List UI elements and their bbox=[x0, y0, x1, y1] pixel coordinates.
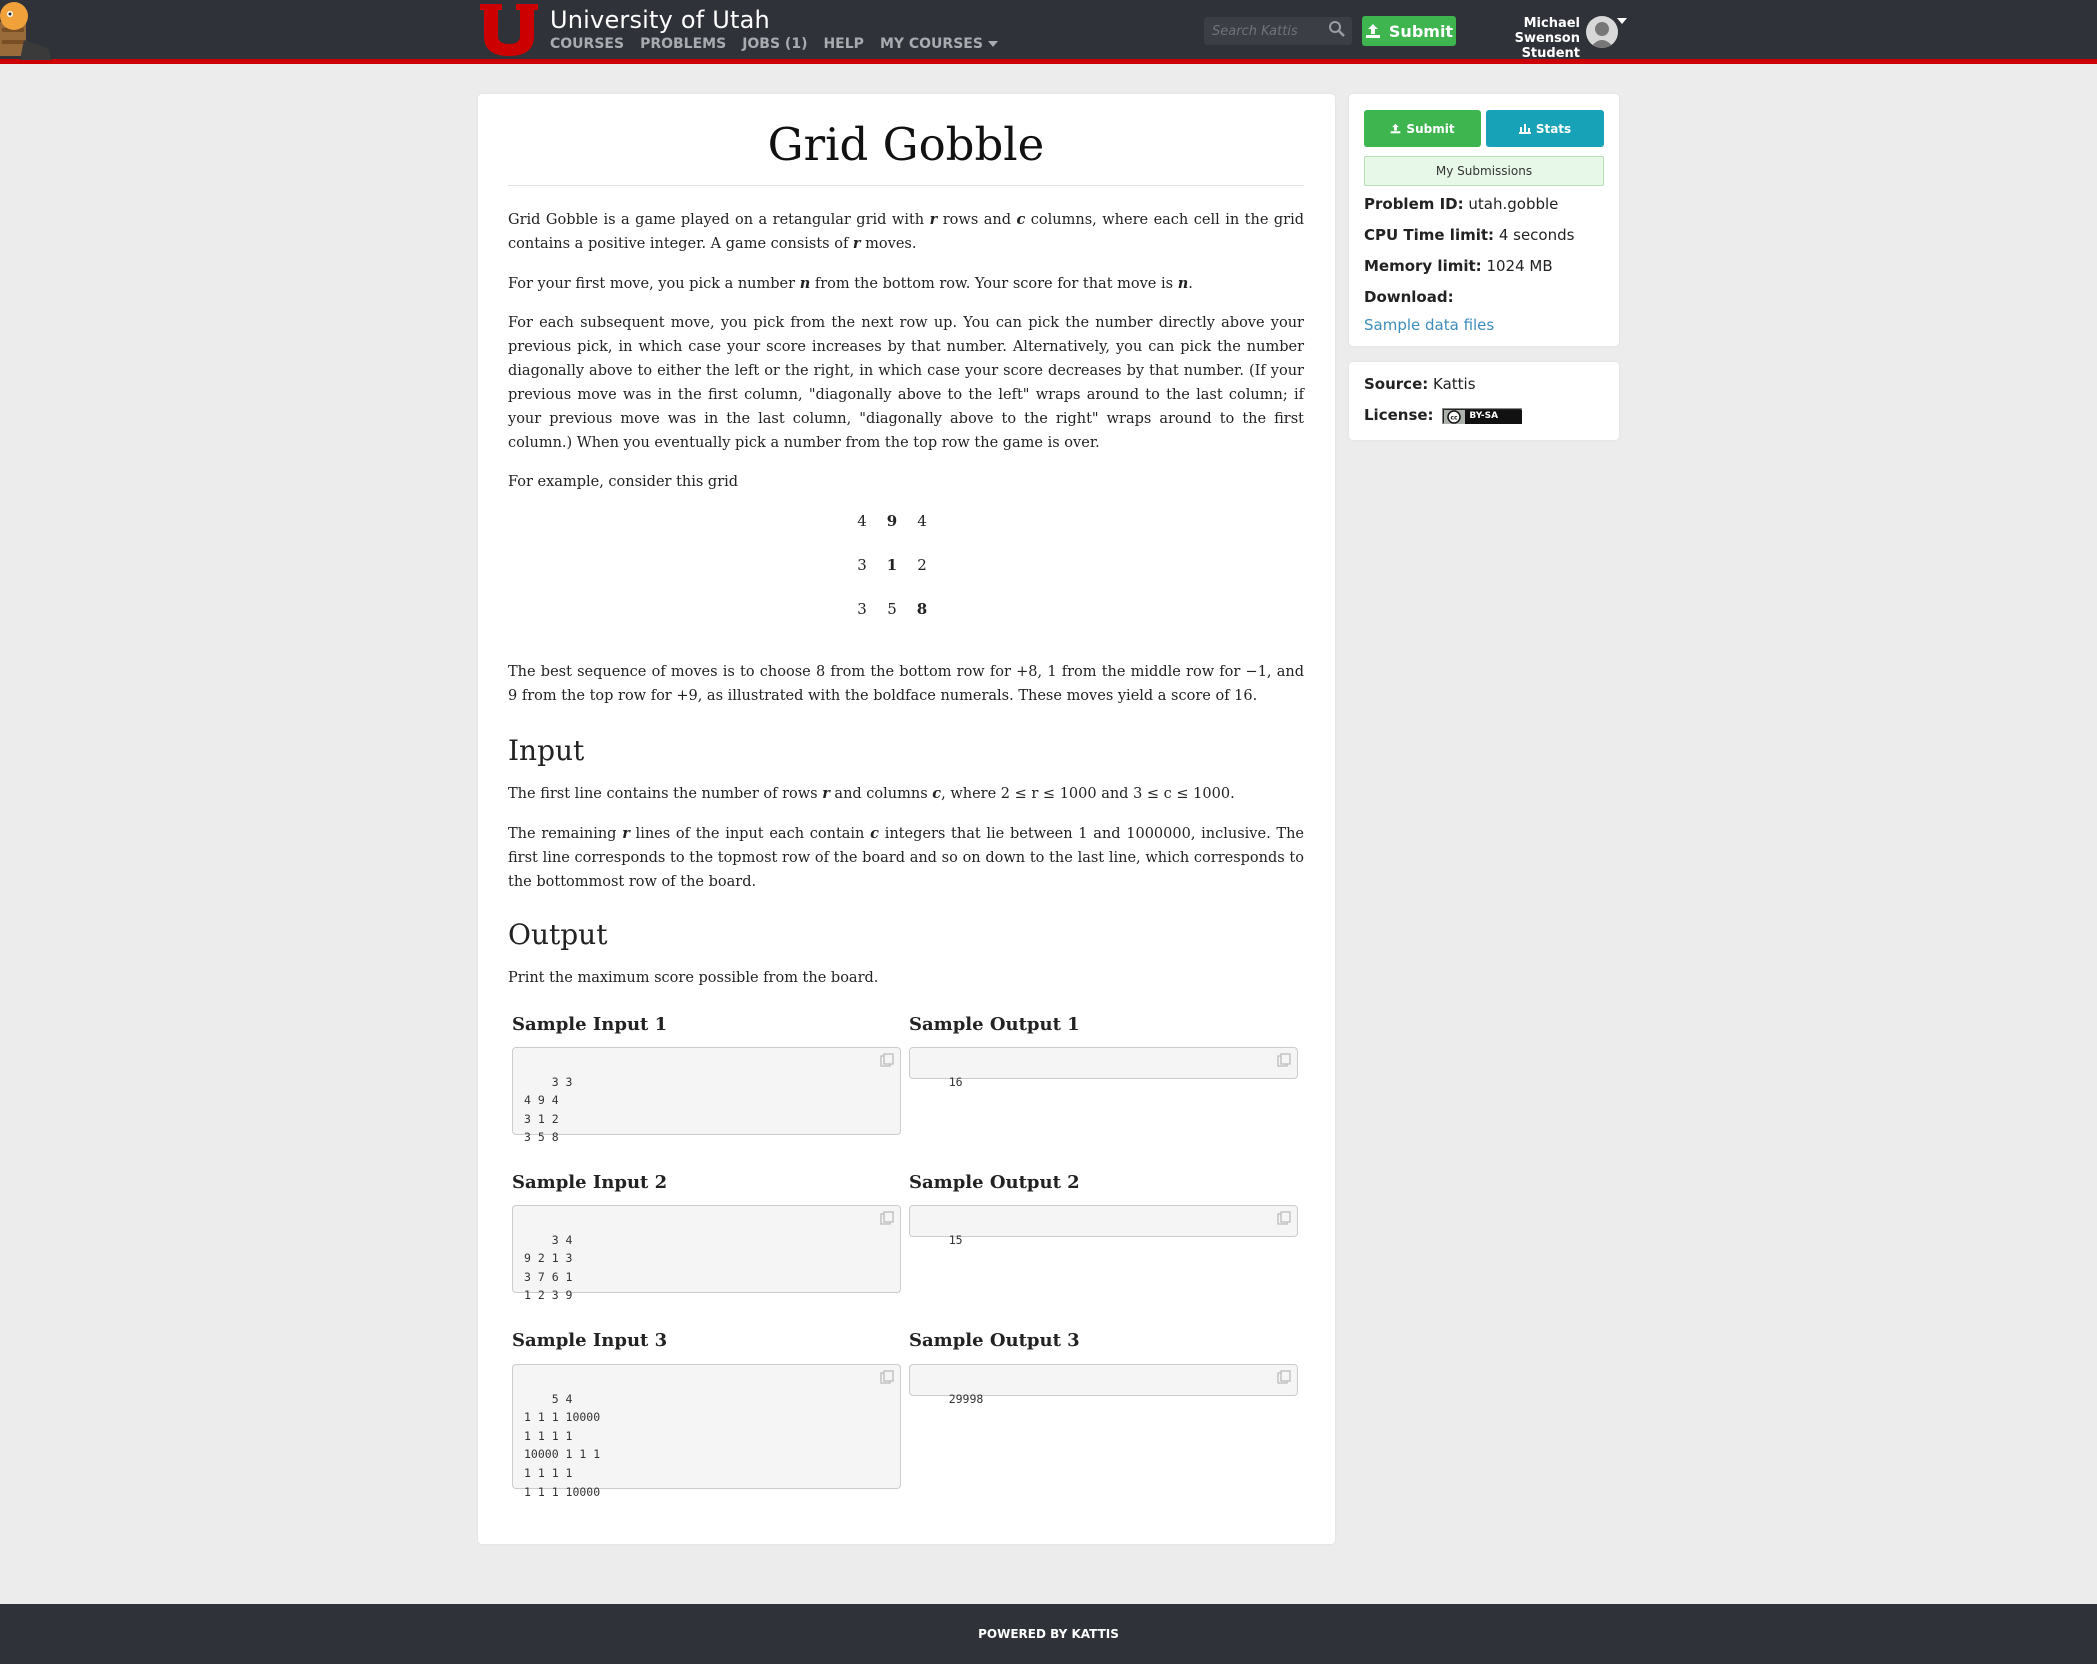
output-description: Print the maximum score possible from th… bbox=[508, 970, 879, 986]
grid-row: 358 bbox=[857, 600, 928, 618]
source-row: Source: Kattis bbox=[1364, 375, 1476, 393]
sample-input-box[interactable]: 5 4 1 1 1 10000 1 1 1 1 10000 1 1 1 1 1 … bbox=[512, 1364, 901, 1499]
license-badge[interactable]: cc BY-SA bbox=[1442, 407, 1523, 424]
sample-input-label: Sample Input 3 bbox=[512, 1330, 668, 1351]
sample-input-box[interactable]: 3 4 9 2 1 3 3 7 6 1 1 2 3 9 bbox=[512, 1205, 901, 1302]
copy-icon[interactable] bbox=[880, 1211, 894, 1225]
source-label: Source: bbox=[1364, 375, 1429, 393]
sample-input-label: Sample Input 2 bbox=[512, 1172, 668, 1193]
nav-submit-label: Submit bbox=[1388, 21, 1454, 41]
input-heading: Input bbox=[508, 734, 585, 767]
sample-output-label: Sample Output 1 bbox=[909, 1014, 1080, 1035]
user-role: Student bbox=[1521, 46, 1580, 61]
sample-output-box[interactable]: 15 bbox=[909, 1205, 1298, 1247]
sample-output-label: Sample Output 2 bbox=[909, 1172, 1080, 1193]
chevron-down-icon bbox=[987, 41, 998, 47]
sample-output-box[interactable]: 16 bbox=[909, 1047, 1298, 1089]
nav-help[interactable]: HELP bbox=[823, 36, 863, 52]
grid-row: 494 bbox=[857, 512, 927, 530]
problem-id-label: Problem ID: bbox=[1364, 195, 1464, 213]
sample-input-box[interactable]: 3 3 4 9 4 3 1 2 3 5 8 bbox=[512, 1047, 901, 1144]
license-label: License: bbox=[1364, 406, 1434, 424]
problem-card: Grid Gobble Grid Gobble is a game played… bbox=[478, 94, 1335, 1544]
user-name: Michael Swenson bbox=[1514, 16, 1580, 46]
problem-id-row: Problem ID: utah.gobble bbox=[1364, 195, 1558, 213]
stats-label: Stats bbox=[1535, 121, 1572, 136]
university-u-logo[interactable] bbox=[478, 2, 540, 58]
input-remaining-lines: The remaining r lines of the input each … bbox=[508, 825, 1304, 890]
copy-icon[interactable] bbox=[1277, 1053, 1291, 1067]
sample-data-link[interactable]: Sample data files bbox=[1364, 316, 1494, 334]
my-submissions-button[interactable]: My Submissions bbox=[1364, 156, 1604, 186]
license-row: License: cc BY-SA bbox=[1364, 406, 1523, 424]
nav-links: COURSES PROBLEMS JOBS (1) HELP MY COURSE… bbox=[550, 36, 998, 52]
kattis-mascot-logo[interactable] bbox=[0, 0, 54, 60]
search-icon[interactable] bbox=[1328, 20, 1346, 38]
upload-icon bbox=[1365, 24, 1380, 38]
stats-button[interactable]: Stats bbox=[1486, 110, 1604, 147]
license-badge-text: BY-SA bbox=[1469, 410, 1499, 421]
sample-output-text: 15 bbox=[948, 1232, 963, 1247]
copy-icon[interactable] bbox=[1277, 1211, 1291, 1225]
nav-my-courses-label: MY COURSES bbox=[879, 36, 983, 52]
user-avatar-icon bbox=[1590, 22, 1614, 48]
problem-id-value: utah.gobble bbox=[1468, 195, 1559, 213]
footer: POWERED BY KATTIS bbox=[0, 1604, 2097, 1664]
sample-output-box[interactable]: 29998 bbox=[909, 1364, 1298, 1406]
top-navbar: University of Utah COURSES PROBLEMS JOBS… bbox=[0, 0, 2097, 64]
download-row: Download: bbox=[1364, 288, 1454, 306]
memory-limit-label: Memory limit: bbox=[1364, 257, 1482, 275]
copy-icon[interactable] bbox=[1277, 1370, 1291, 1384]
cpu-limit-value: 4 seconds bbox=[1498, 226, 1575, 244]
sample-input-text: 5 4 1 1 1 10000 1 1 1 1 10000 1 1 1 1 1 … bbox=[524, 1391, 601, 1499]
sample-output-text: 29998 bbox=[948, 1391, 984, 1406]
nav-submit-button[interactable]: Submit bbox=[1362, 16, 1456, 46]
sample-output-text: 16 bbox=[948, 1074, 963, 1089]
problem-info-card: Submit Stats My Submissions Problem ID: … bbox=[1349, 94, 1619, 346]
best-sequence-paragraph: The best sequence of moves is to choose … bbox=[508, 664, 1304, 704]
example-grid: 494 312 358 bbox=[856, 512, 976, 644]
memory-limit-row: Memory limit: 1024 MB bbox=[1364, 257, 1553, 275]
cpu-limit-row: CPU Time limit: 4 seconds bbox=[1364, 226, 1574, 244]
source-value: Kattis bbox=[1433, 375, 1476, 393]
nav-my-courses[interactable]: MY COURSES bbox=[880, 36, 998, 52]
nav-jobs[interactable]: JOBS (1) bbox=[742, 36, 807, 52]
user-info[interactable]: Michael Swenson Student bbox=[1460, 16, 1580, 61]
institution-name[interactable]: University of Utah bbox=[550, 6, 770, 34]
copy-icon[interactable] bbox=[880, 1370, 894, 1384]
user-menu-caret-icon[interactable] bbox=[1617, 18, 1627, 24]
sample-input-text: 3 4 9 2 1 3 3 7 6 1 1 2 3 9 bbox=[524, 1232, 573, 1303]
nav-problems[interactable]: PROBLEMS bbox=[640, 36, 726, 52]
svg-text:cc: cc bbox=[1451, 414, 1459, 421]
copy-icon[interactable] bbox=[880, 1053, 894, 1067]
intro-paragraph: Grid Gobble is a game played on a retang… bbox=[508, 211, 1305, 252]
sidebar-submit-button[interactable]: Submit bbox=[1364, 110, 1481, 147]
output-heading: Output bbox=[508, 918, 608, 951]
input-first-line: The first line contains the number of ro… bbox=[508, 785, 1235, 802]
grid-row: 312 bbox=[857, 556, 927, 574]
nav-courses[interactable]: COURSES bbox=[550, 36, 624, 52]
cpu-limit-label: CPU Time limit: bbox=[1364, 226, 1495, 244]
rules-paragraph: For each subsequent move, you pick from … bbox=[508, 315, 1304, 451]
footer-text[interactable]: POWERED BY KATTIS bbox=[978, 1627, 1119, 1641]
download-label: Download: bbox=[1364, 288, 1454, 306]
avatar[interactable] bbox=[1586, 16, 1618, 48]
sample-output-label: Sample Output 3 bbox=[909, 1330, 1080, 1351]
source-card: Source: Kattis License: cc BY-SA bbox=[1349, 362, 1619, 440]
sample-input-label: Sample Input 1 bbox=[512, 1014, 668, 1035]
page-title: Grid Gobble bbox=[508, 118, 1304, 186]
sample-input-text: 3 3 4 9 4 3 1 2 3 5 8 bbox=[524, 1074, 573, 1145]
upload-icon bbox=[1391, 123, 1401, 134]
sidebar-submit-label: Submit bbox=[1406, 121, 1455, 136]
bar-chart-icon bbox=[1518, 124, 1531, 134]
example-intro: For example, consider this grid bbox=[508, 474, 739, 490]
memory-limit-value: 1024 MB bbox=[1486, 257, 1553, 275]
first-move-paragraph: For your first move, you pick a number n… bbox=[508, 275, 1193, 292]
